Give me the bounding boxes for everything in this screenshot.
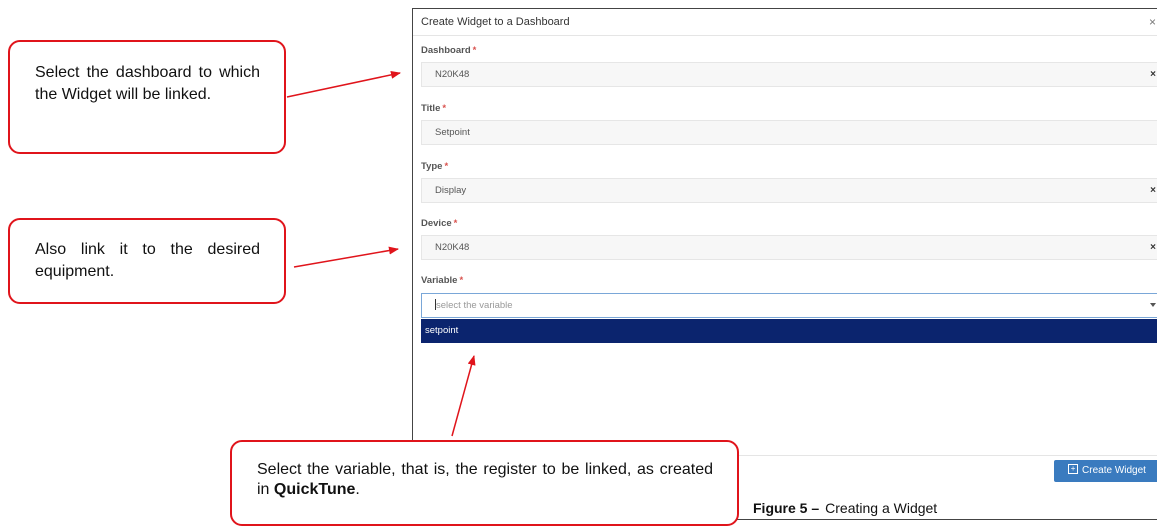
arrow-to-dashboard xyxy=(286,70,401,98)
arrow-to-variable xyxy=(451,355,476,437)
figure-number: Figure 5 – xyxy=(753,500,820,516)
callout-device: Also link it to the desired equipment. xyxy=(8,218,286,304)
figure-caption: Figure 5 – Creating a Widget xyxy=(753,500,937,516)
figure-caption-text: Creating a Widget xyxy=(825,500,938,516)
callout-variable: Select the variable, that is, the regist… xyxy=(230,440,739,526)
arrow-to-device xyxy=(293,246,399,268)
callout-variable-period: . xyxy=(355,481,360,498)
quicktune-emphasis: QuickTune xyxy=(273,481,356,498)
callout-dashboard: Select the dashboard to which the Widget… xyxy=(8,40,286,154)
callout-device-text: Also link it to the desired equipment. xyxy=(35,241,260,280)
callout-dashboard-text: Select the dashboard to which the Widget… xyxy=(35,64,260,103)
